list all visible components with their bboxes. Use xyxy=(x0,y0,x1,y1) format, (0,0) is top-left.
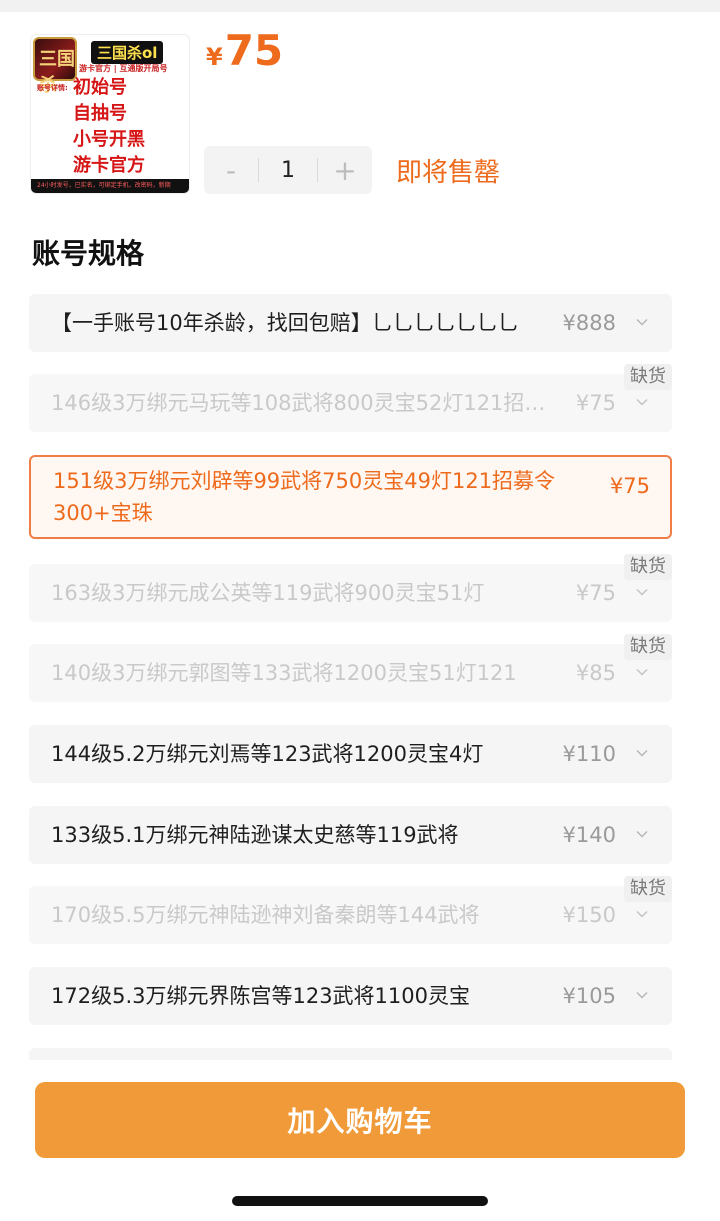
spec-option-label: 144级5.2万绑元刘焉等123武将1200灵宝4灯 xyxy=(51,742,484,766)
soldout-badge: 缺货 xyxy=(624,634,672,660)
add-to-cart-button[interactable]: 加入购物车 xyxy=(35,1082,685,1158)
price-amount: 75 xyxy=(224,26,284,75)
product-thumbnail[interactable]: 三国杀 三国杀ol 游卡官方 | 互通版开局号 账号详情: 初始号 自抽号 小号… xyxy=(30,34,190,194)
spec-option[interactable] xyxy=(29,1048,672,1060)
product-price: ¥75 xyxy=(206,26,283,75)
spec-option-price: ¥75 xyxy=(575,581,616,605)
chevron-down-icon xyxy=(636,319,648,326)
quantity-value[interactable]: 1 xyxy=(259,158,317,183)
top-strip xyxy=(0,0,720,12)
section-title: 账号规格 xyxy=(32,237,145,270)
spec-option[interactable]: 【一手账号10年杀龄，找回包赔】⺃⺃⺃⺃⺃⺃⺃ ¥888 xyxy=(29,294,672,352)
spec-option-label: 133级5.1万绑元神陆逊谋太史慈等119武将 xyxy=(51,823,459,847)
spec-option[interactable]: 133级5.1万绑元神陆逊谋太史慈等119武将 ¥140 xyxy=(29,806,672,864)
spec-option-label: 151级3万绑元刘辟等99武将750灵宝49灯121招募令300+宝珠 xyxy=(53,469,556,525)
chevron-down-icon xyxy=(636,750,648,757)
chevron-down-icon xyxy=(636,669,648,676)
thumbnail-sub-title: 游卡官方 | 互通版开局号 xyxy=(79,64,168,73)
chevron-down-icon xyxy=(636,831,648,838)
chevron-down-icon xyxy=(636,399,648,406)
chevron-down-icon xyxy=(636,992,648,999)
spec-option-label: 146级3万绑元马玩等108武将800灵宝52灯121招募令 xyxy=(51,391,551,415)
home-indicator[interactable] xyxy=(232,1196,488,1206)
soldout-badge: 缺货 xyxy=(624,554,672,580)
thumbnail-line: 初始号 xyxy=(73,77,127,98)
chevron-down-icon xyxy=(636,589,648,596)
spec-option-price: ¥150 xyxy=(562,903,616,927)
spec-option-label: 140级3万绑元郭图等133武将1200灵宝51灯121 xyxy=(51,661,517,685)
spec-option-price: ¥85 xyxy=(575,661,616,685)
spec-option-selected[interactable]: 151级3万绑元刘辟等99武将750灵宝49灯121招募令300+宝珠 ¥75 xyxy=(29,455,672,539)
thumbnail-line: 自抽号 xyxy=(73,103,127,124)
thumbnail-game-title: 三国杀ol xyxy=(91,41,164,64)
spec-option-label: 163级3万绑元成公英等119武将900灵宝51灯 xyxy=(51,581,485,605)
currency-symbol: ¥ xyxy=(206,43,223,71)
game-logo-icon: 三国杀 xyxy=(33,37,77,96)
decrement-button[interactable]: - xyxy=(204,146,258,194)
spec-option-label: 【一手账号10年杀龄，找回包赔】⺃⺃⺃⺃⺃⺃⺃ xyxy=(51,311,519,335)
spec-option-price: ¥75 xyxy=(575,391,616,415)
increment-button[interactable]: + xyxy=(318,146,372,194)
spec-option[interactable]: 144级5.2万绑元刘焉等123武将1200灵宝4灯 ¥110 xyxy=(29,725,672,783)
spec-option[interactable]: 163级3万绑元成公英等119武将900灵宝51灯 ¥75 缺货 xyxy=(29,554,672,622)
quantity-stepper: - 1 + xyxy=(204,146,372,194)
spec-option[interactable]: 146级3万绑元马玩等108武将800灵宝52灯121招募令 ¥75 缺货 xyxy=(29,364,672,432)
soldout-badge: 缺货 xyxy=(624,364,672,390)
spec-list: 【一手账号10年杀龄，找回包赔】⺃⺃⺃⺃⺃⺃⺃ ¥888 146级3万绑元马玩等… xyxy=(0,292,720,1060)
spec-option-label: 172级5.3万绑元界陈宫等123武将1100灵宝 xyxy=(51,984,471,1008)
spec-option[interactable]: 140级3万绑元郭图等133武将1200灵宝51灯121 ¥85 缺货 xyxy=(29,634,672,702)
spec-option-price: ¥110 xyxy=(562,742,616,766)
soldout-badge: 缺货 xyxy=(624,876,672,902)
spec-option-price: ¥888 xyxy=(562,311,616,335)
spec-option-price: ¥75 xyxy=(609,474,650,498)
thumbnail-line: 小号开黑 xyxy=(73,129,145,150)
thumbnail-footer: 24小时发号，已实名，可绑定手机，改密码，新期 xyxy=(31,179,189,193)
stock-status: 即将售罄 xyxy=(396,158,501,188)
spec-option[interactable]: 170级5.5万绑元神陆逊神刘备秦朗等144武将 ¥150 缺货 xyxy=(29,876,672,944)
spec-option-price: ¥140 xyxy=(562,823,616,847)
spec-option-label: 170级5.5万绑元神陆逊神刘备秦朗等144武将 xyxy=(51,903,480,927)
thumbnail-line: 游卡官方 xyxy=(73,155,145,176)
spec-option[interactable]: 172级5.3万绑元界陈宫等123武将1100灵宝 ¥105 xyxy=(29,967,672,1025)
chevron-down-icon xyxy=(636,911,648,918)
thumbnail-detail-label: 账号详情: xyxy=(37,84,68,92)
spec-option-price: ¥105 xyxy=(562,984,616,1008)
